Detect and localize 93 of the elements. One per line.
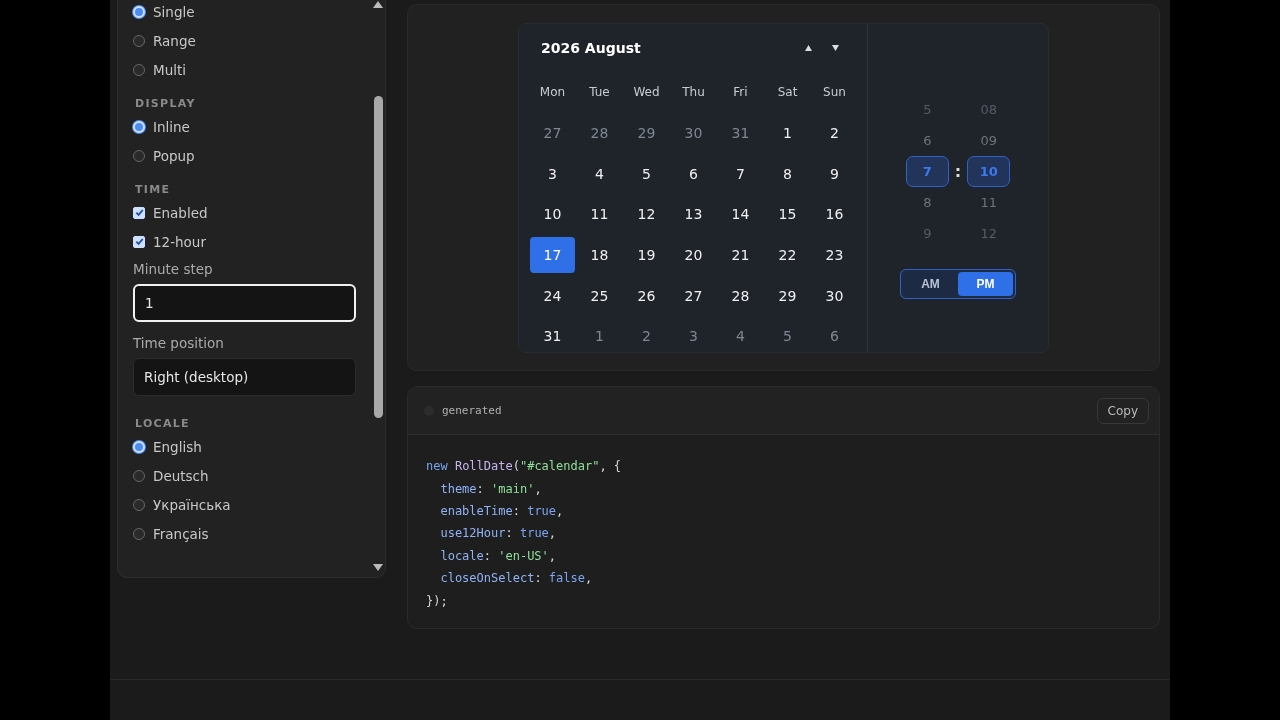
checkbox[interactable] xyxy=(133,235,145,248)
section-heading: DISPLAY xyxy=(135,95,197,112)
day-cell[interactable]: 19 xyxy=(624,236,669,274)
day-cell[interactable]: 4 xyxy=(718,318,763,355)
day-cell[interactable]: 12 xyxy=(624,196,669,233)
time-separator: : xyxy=(954,162,962,181)
day-cell[interactable]: 14 xyxy=(718,196,763,233)
caret-up-icon xyxy=(805,44,812,51)
day-cell[interactable]: 9 xyxy=(812,155,857,193)
day-cell[interactable]: 28 xyxy=(718,277,763,315)
day-cell[interactable]: 25 xyxy=(577,277,622,315)
day-cell[interactable]: 1 xyxy=(577,318,622,355)
option-label: Français xyxy=(153,525,209,542)
section-heading: LOCALE xyxy=(135,415,191,432)
day-cell[interactable]: 21 xyxy=(718,236,763,274)
day-cell[interactable]: 29 xyxy=(765,277,810,315)
day-cell[interactable]: 1 xyxy=(765,114,810,152)
day-cell[interactable]: 18 xyxy=(577,236,622,274)
weekday-label: Mon xyxy=(538,84,567,102)
option-label: Українська xyxy=(153,496,231,513)
option-label: Inline xyxy=(153,118,190,135)
weekday-label: Sat xyxy=(776,84,799,102)
day-cell[interactable]: 27 xyxy=(530,114,575,152)
code-line: closeOnSelect: false, xyxy=(439,570,594,588)
meridiem-button[interactable]: PM xyxy=(958,272,1013,296)
day-cell[interactable]: 15 xyxy=(765,196,810,233)
radio-button[interactable] xyxy=(133,469,145,482)
code-line: enableTime: true, xyxy=(439,502,565,520)
field-label: Minute step xyxy=(133,260,214,279)
day-cell[interactable]: 20 xyxy=(671,236,716,274)
code-line: new RollDate("#calendar", { xyxy=(426,458,623,476)
day-cell[interactable]: 29 xyxy=(624,114,669,152)
option-label: Popup xyxy=(153,147,195,164)
option-label: Multi xyxy=(153,61,186,78)
day-cell[interactable]: 2 xyxy=(624,318,669,355)
scroll-down-icon[interactable] xyxy=(373,564,383,571)
day-cell[interactable]: 2 xyxy=(812,114,857,152)
section-heading: TIME xyxy=(135,181,172,198)
month-title: 2026 August xyxy=(541,40,641,56)
option-label: English xyxy=(153,438,202,455)
day-cell[interactable]: 7 xyxy=(718,155,763,193)
day-cell[interactable]: 5 xyxy=(765,318,810,355)
scrollbar-thumb[interactable] xyxy=(373,96,383,418)
day-cell[interactable]: 22 xyxy=(765,236,810,274)
code-line: theme: 'main', xyxy=(439,480,543,498)
number-field[interactable]: 1 xyxy=(133,284,356,322)
weekday-label: Fri xyxy=(732,84,749,102)
day-cell[interactable]: 30 xyxy=(671,114,716,152)
radio-button[interactable] xyxy=(133,63,145,76)
weekday-label: Sun xyxy=(822,84,847,102)
code-label: generated xyxy=(442,404,503,417)
day-cell[interactable]: 24 xyxy=(530,277,575,315)
day-cell[interactable]: 4 xyxy=(577,155,622,193)
copy-button[interactable]: Copy xyxy=(1096,397,1149,424)
radio-button[interactable] xyxy=(133,498,145,511)
code-line: use12Hour: true, xyxy=(439,525,558,543)
day-cell[interactable]: 8 xyxy=(765,155,810,193)
scroll-up-icon[interactable] xyxy=(373,1,383,8)
option-label: Range xyxy=(153,32,196,49)
code-line: locale: 'en-US', xyxy=(439,547,558,565)
weekday-label: Thu xyxy=(681,84,706,102)
radio-button[interactable] xyxy=(133,149,145,162)
option-label: Enabled xyxy=(153,204,208,221)
day-cell[interactable]: 6 xyxy=(812,318,857,355)
radio-button[interactable] xyxy=(133,527,145,540)
day-cell[interactable]: 3 xyxy=(530,155,575,193)
day-cell[interactable]: 31 xyxy=(530,318,575,355)
day-cell[interactable]: 13 xyxy=(671,196,716,233)
meridiem-button[interactable]: AM xyxy=(903,272,958,296)
day-cell[interactable]: 27 xyxy=(671,277,716,315)
day-cell[interactable]: 17 xyxy=(530,236,575,274)
caret-down-icon xyxy=(832,44,839,51)
day-cell[interactable]: 6 xyxy=(671,155,716,193)
field-label: Time position xyxy=(133,334,225,353)
day-cell[interactable]: 23 xyxy=(812,236,857,274)
day-cell[interactable]: 26 xyxy=(624,277,669,315)
day-cell[interactable]: 30 xyxy=(812,277,857,315)
option-label: Single xyxy=(153,3,195,20)
day-cell[interactable]: 16 xyxy=(812,196,857,233)
option-label: 12-hour xyxy=(153,233,206,250)
weekday-label: Wed xyxy=(632,84,661,102)
day-cell[interactable]: 3 xyxy=(671,318,716,355)
day-cell[interactable]: 28 xyxy=(577,114,622,152)
code-line: }); xyxy=(426,592,449,610)
checkbox[interactable] xyxy=(133,206,145,219)
radio-button[interactable] xyxy=(133,34,145,47)
day-cell[interactable]: 11 xyxy=(577,196,622,233)
day-cell[interactable]: 10 xyxy=(530,196,575,233)
select-field[interactable]: Right (desktop) xyxy=(133,358,356,396)
day-cell[interactable]: 31 xyxy=(718,114,763,152)
day-cell[interactable]: 5 xyxy=(624,155,669,193)
weekday-label: Tue xyxy=(588,84,611,102)
option-label: Deutsch xyxy=(153,467,209,484)
